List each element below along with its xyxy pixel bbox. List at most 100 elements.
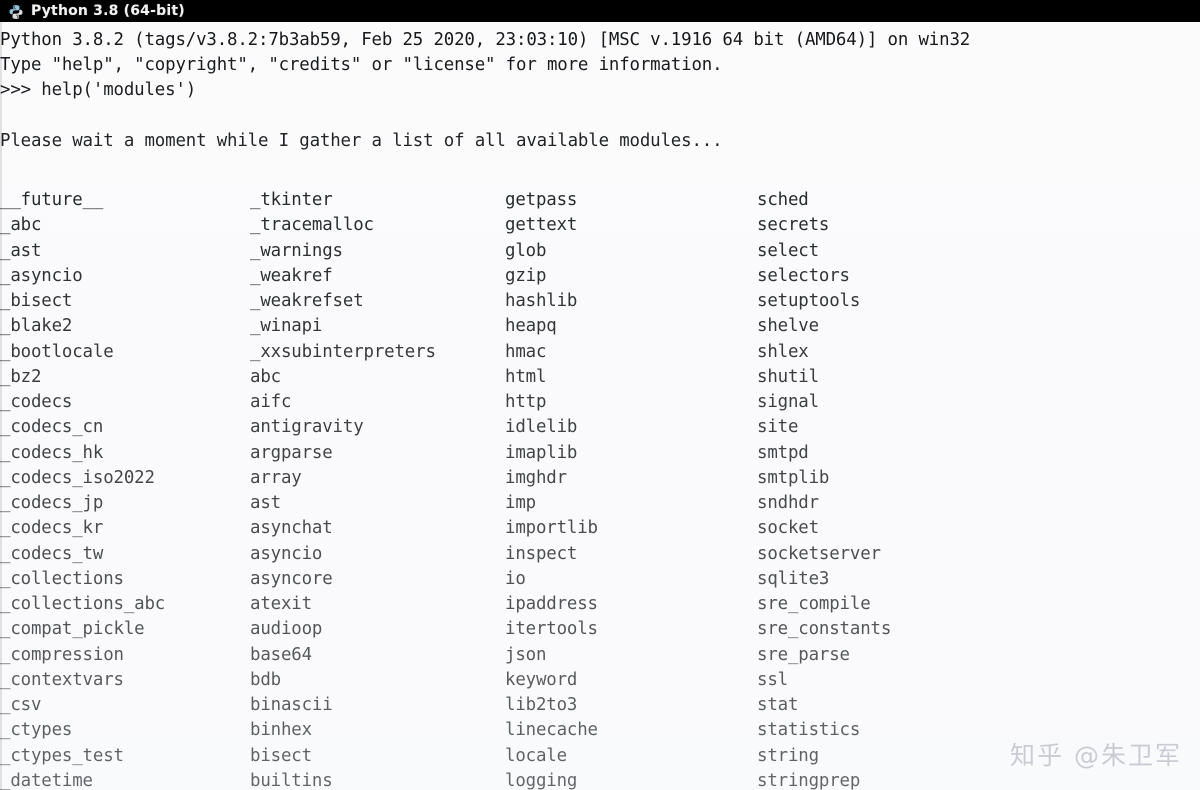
module-item: json: [505, 644, 547, 665]
module-column-4: sched secrets select selectors setuptool…: [757, 188, 1200, 790]
module-item: _codecs: [0, 392, 73, 412]
module-item: _contextvars: [0, 669, 124, 690]
module-item: _codecs_cn: [0, 417, 104, 438]
module-item: _ast: [0, 240, 42, 261]
module-item: secrets: [757, 215, 830, 236]
module-item: _bootlocale: [0, 341, 114, 362]
python-logo-icon: [8, 4, 24, 20]
module-item: _abc: [0, 215, 42, 236]
module-item: bisect: [250, 745, 312, 766]
module-item: ssl: [757, 669, 788, 690]
module-item: base64: [250, 644, 312, 665]
zhihu-watermark: 知乎 @朱卫军: [1010, 741, 1182, 770]
module-item: sre_parse: [757, 644, 850, 665]
module-item: _bisect: [0, 291, 73, 311]
module-item: _datetime: [0, 770, 93, 790]
module-item: binhex: [250, 720, 312, 741]
module-item: socketserver: [757, 543, 881, 564]
module-item: argparse: [250, 442, 333, 463]
module-item: keyword: [505, 669, 578, 690]
module-item: _winapi: [250, 316, 323, 337]
module-item: _csv: [0, 695, 42, 715]
console-output-area[interactable]: Python 3.8.2 (tags/v3.8.2:7b3ab59, Feb 2…: [0, 22, 1200, 790]
python-console-window: Python 3.8 (64-bit) Python 3.8.2 (tags/v…: [0, 0, 1200, 790]
module-column-3: getpass gettext glob gzip hashlib heapq …: [505, 188, 757, 790]
module-item: audioop: [250, 619, 323, 640]
module-item: signal: [757, 392, 819, 412]
module-item: itertools: [505, 619, 598, 640]
module-item: __future__: [0, 190, 104, 210]
module-item: selectors: [757, 265, 850, 286]
module-item: site: [757, 417, 799, 438]
module-item: imaplib: [505, 442, 578, 463]
module-item: _bz2: [0, 366, 42, 387]
module-column-2: _tkinter _tracemalloc _warnings _weakref…: [250, 188, 505, 790]
module-item: heapq: [505, 316, 557, 337]
module-item: _compression: [0, 644, 124, 665]
module-item: gettext: [505, 215, 578, 236]
python-help-hint-line: Type "help", "copyright", "credits" or "…: [0, 55, 723, 76]
module-item: html: [505, 366, 547, 387]
module-column-1: __future__ _abc _ast _asyncio _bisect _b…: [0, 188, 250, 790]
module-item: atexit: [250, 594, 312, 614]
module-item: sndhdr: [757, 493, 819, 513]
module-item: _weakrefset: [250, 291, 364, 311]
module-item: glob: [505, 240, 547, 261]
module-item: _codecs_tw: [0, 543, 104, 564]
module-item: sre_compile: [757, 594, 871, 614]
module-item: hashlib: [505, 291, 578, 311]
module-item: inspect: [505, 543, 578, 564]
python-version-line: Python 3.8.2 (tags/v3.8.2:7b3ab59, Feb 2…: [0, 30, 971, 50]
module-item: gzip: [505, 265, 547, 286]
module-item: ipaddress: [505, 594, 598, 614]
module-item: lib2to3: [505, 695, 578, 715]
module-item: asyncio: [250, 543, 323, 564]
module-item: shelve: [757, 316, 819, 337]
module-item: _warnings: [250, 240, 343, 261]
module-item: array: [250, 467, 302, 488]
module-item: http: [505, 392, 547, 412]
module-item: _collections: [0, 568, 124, 589]
module-item: _codecs_iso2022: [0, 467, 155, 488]
module-item: ast: [250, 493, 281, 513]
module-item: logging: [505, 770, 578, 790]
module-item: aifc: [250, 392, 292, 412]
module-item: locale: [505, 745, 567, 766]
module-item: _blake2: [0, 316, 73, 337]
module-item: _xxsubinterpreters: [250, 341, 436, 362]
module-item: asyncore: [250, 568, 333, 589]
module-item: shlex: [757, 341, 809, 362]
module-item: imp: [505, 493, 536, 513]
module-item: _collections_abc: [0, 594, 166, 614]
module-item: importlib: [505, 518, 598, 539]
window-titlebar[interactable]: Python 3.8 (64-bit): [0, 0, 1200, 22]
module-item: smtpd: [757, 442, 809, 463]
module-item: sre_constants: [757, 619, 892, 640]
module-item: linecache: [505, 720, 598, 741]
module-item: _weakref: [250, 265, 333, 286]
module-item: abc: [250, 366, 281, 387]
module-item: bdb: [250, 669, 281, 690]
module-item: binascii: [250, 695, 333, 715]
module-item: shutil: [757, 366, 819, 387]
console-left-border: [0, 22, 2, 790]
module-item: _tracemalloc: [250, 215, 374, 236]
module-item: builtins: [250, 770, 333, 790]
module-item: _ctypes_test: [0, 745, 124, 766]
module-item: hmac: [505, 341, 547, 362]
please-wait-line: Please wait a moment while I gather a li…: [0, 130, 723, 151]
module-item: io: [505, 568, 526, 589]
console-prompt-line: >>> help('modules'): [0, 80, 197, 101]
console-header-lines: Python 3.8.2 (tags/v3.8.2:7b3ab59, Feb 2…: [0, 28, 1200, 154]
module-item: stat: [757, 695, 799, 715]
module-item: imghdr: [505, 467, 567, 488]
module-item: select: [757, 240, 819, 261]
module-item: asynchat: [250, 518, 333, 539]
module-item: _tkinter: [250, 190, 333, 210]
module-item: socket: [757, 518, 819, 539]
module-item: idlelib: [505, 417, 578, 438]
module-item: sqlite3: [757, 568, 830, 589]
module-item: getpass: [505, 190, 578, 210]
module-item: _codecs_kr: [0, 518, 104, 539]
